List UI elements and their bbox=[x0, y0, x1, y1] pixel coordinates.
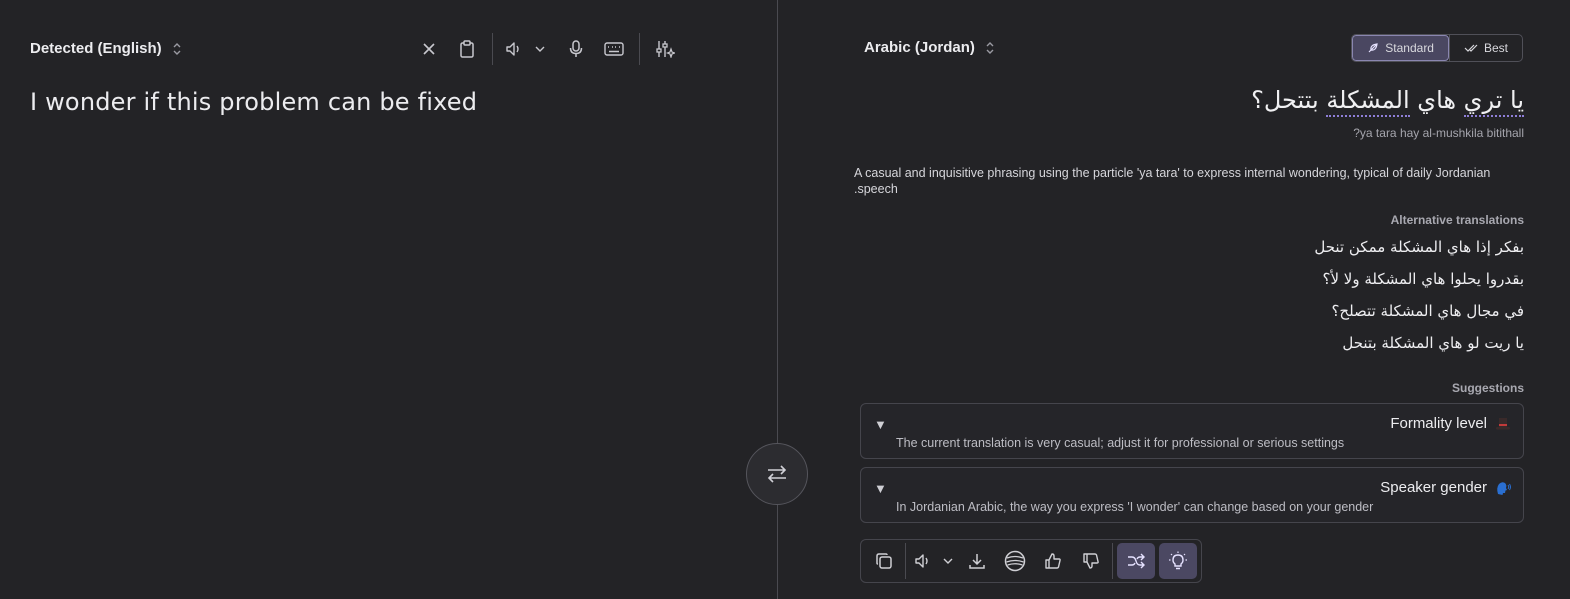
thumbs-down-button[interactable] bbox=[1072, 543, 1110, 579]
target-pane: Arabic (Jordan) Standard Best يا تري هاي… bbox=[778, 0, 1570, 599]
alternative-item[interactable]: بفكر إذا هاي المشكلة ممكن تنحل bbox=[924, 238, 1524, 270]
suggestions-toggle-button[interactable] bbox=[1159, 543, 1197, 579]
microphone-icon bbox=[569, 40, 583, 57]
settings-button[interactable] bbox=[646, 33, 684, 65]
standard-quality-option[interactable]: Standard bbox=[1352, 35, 1449, 61]
clipboard-icon bbox=[460, 40, 474, 58]
clear-button[interactable] bbox=[410, 33, 448, 65]
target-language-select[interactable]: Arabic (Jordan) bbox=[864, 39, 995, 56]
alternative-item[interactable]: في مجال هاي المشكلة تتصلح؟ bbox=[924, 302, 1524, 334]
thumbs-down-icon bbox=[1083, 553, 1099, 569]
speaker-icon bbox=[915, 554, 928, 568]
source-text-input[interactable]: I wonder if this problem can be fixed bbox=[30, 88, 477, 116]
expand-triangle-icon: ▼ bbox=[874, 481, 887, 496]
translation-word: هاي bbox=[1409, 86, 1464, 114]
best-quality-option[interactable]: Best bbox=[1448, 35, 1522, 61]
alternatives-list: بفكر إذا هاي المشكلة ممكن تنحل بقدروا يح… bbox=[924, 238, 1524, 366]
microphone-button[interactable] bbox=[557, 33, 595, 65]
top-hat-icon bbox=[1495, 416, 1511, 432]
speak-source-button[interactable] bbox=[499, 33, 529, 65]
chevron-down-icon bbox=[535, 46, 545, 52]
standard-label: Standard bbox=[1385, 41, 1434, 55]
source-language-label: Detected (English) bbox=[30, 40, 162, 57]
alternatives-heading: Alternative translations bbox=[1390, 213, 1524, 227]
suggestion-title: Speaker gender bbox=[1380, 479, 1487, 496]
target-language-label: Arabic (Jordan) bbox=[864, 39, 975, 56]
suggestions-heading: Suggestions bbox=[1451, 381, 1524, 395]
quality-toggle: Standard Best bbox=[1351, 34, 1523, 62]
voice-options-button[interactable] bbox=[938, 543, 958, 579]
thumbs-up-button[interactable] bbox=[1034, 543, 1072, 579]
sliders-sparkle-icon bbox=[656, 41, 675, 58]
language-globe-button[interactable] bbox=[996, 543, 1034, 579]
best-label: Best bbox=[1483, 41, 1508, 55]
translation-text[interactable]: يا تري هاي المشكلة بتتحل؟ bbox=[1251, 86, 1524, 117]
lightbulb-icon bbox=[1169, 551, 1187, 570]
copy-button[interactable] bbox=[865, 543, 903, 579]
suggestion-description: The current translation is very casual; … bbox=[896, 436, 1345, 450]
toolbar-divider bbox=[905, 543, 906, 579]
speaker-icon bbox=[506, 42, 519, 56]
close-icon bbox=[423, 43, 435, 55]
speaking-head-icon bbox=[1495, 480, 1511, 496]
transliteration: ya tara hay al-mushkila bitithall? bbox=[1353, 126, 1524, 140]
suggestion-title: Formality level bbox=[1390, 415, 1487, 432]
translation-word[interactable]: يا تري bbox=[1463, 86, 1524, 117]
paste-button[interactable] bbox=[448, 33, 486, 65]
alternative-item[interactable]: بقدروا يحلوا هاي المشكلة ولا لأ؟ bbox=[924, 270, 1525, 302]
source-language-select[interactable]: Detected (English) bbox=[30, 40, 182, 57]
speak-translation-button[interactable] bbox=[908, 543, 938, 579]
compare-arrows-icon bbox=[1128, 553, 1145, 569]
source-toolbar bbox=[410, 33, 684, 65]
toolbar-divider bbox=[492, 33, 493, 65]
keyboard-button[interactable] bbox=[595, 33, 633, 65]
chevron-up-down-icon bbox=[172, 42, 182, 56]
toolbar-divider bbox=[639, 33, 640, 65]
chevron-up-down-icon bbox=[985, 41, 995, 55]
compare-button[interactable] bbox=[1117, 543, 1155, 579]
translation-explanation: A casual and inquisitive phrasing using … bbox=[854, 166, 1491, 196]
voice-options-button[interactable] bbox=[529, 33, 551, 65]
alternative-item[interactable]: يا ريت لو هاي المشكلة بتنحل bbox=[924, 334, 1524, 366]
translation-toolbar bbox=[860, 539, 1202, 583]
feather-icon bbox=[1368, 43, 1378, 53]
translation-word: بتتحل؟ bbox=[1251, 86, 1327, 114]
double-check-icon bbox=[1464, 44, 1478, 52]
toolbar-divider bbox=[1112, 543, 1113, 579]
chevron-down-icon bbox=[943, 558, 953, 564]
download-button[interactable] bbox=[958, 543, 996, 579]
keyboard-icon bbox=[604, 42, 624, 56]
source-pane: Detected (English) I wonder if this prob… bbox=[0, 0, 777, 599]
globe-icon bbox=[1004, 550, 1026, 572]
suggestion-formality[interactable]: ▼ Formality level The current translatio… bbox=[860, 403, 1524, 459]
expand-triangle-icon: ▼ bbox=[874, 417, 887, 432]
suggestion-speaker-gender[interactable]: ▼ Speaker gender In Jordanian Arabic, th… bbox=[860, 467, 1524, 523]
thumbs-up-icon bbox=[1045, 553, 1061, 569]
suggestion-description: In Jordanian Arabic, the way you express… bbox=[896, 500, 1374, 514]
download-icon bbox=[969, 554, 985, 569]
copy-icon bbox=[876, 553, 892, 569]
translation-word[interactable]: المشكلة bbox=[1326, 86, 1410, 117]
